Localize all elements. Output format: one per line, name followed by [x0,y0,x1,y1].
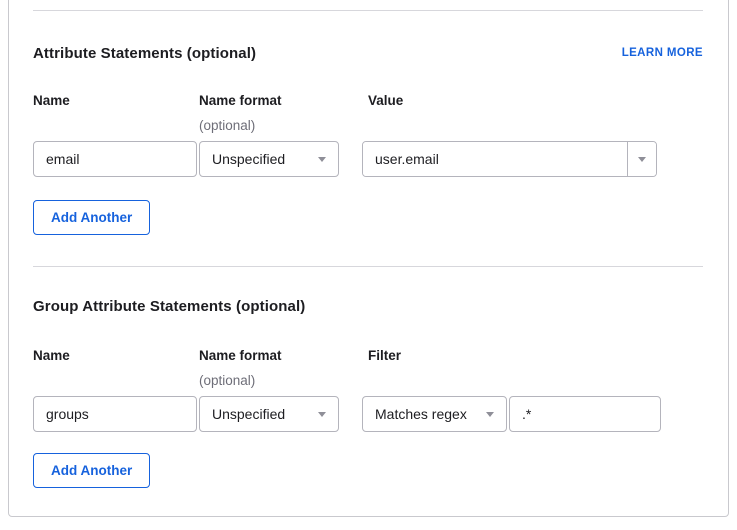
group-name-format-optional-label: (optional) [199,373,255,389]
attribute-column-headers: Name Name format (optional) Value [33,92,703,131]
group-attribute-statements-title: Group Attribute Statements (optional) [33,297,305,316]
attribute-name-format-column-header: Name format [199,92,282,109]
group-name-format-column-header: Name format [199,347,282,364]
attribute-statement-row: Unspecified [33,141,703,177]
attribute-value-dropdown-button[interactable] [627,142,656,176]
learn-more-link[interactable]: LEARN MORE [622,46,703,60]
attribute-value-column-header: Value [368,92,403,109]
group-filter-type-select[interactable]: Matches regex [362,396,507,432]
attribute-statements-header: Attribute Statements (optional) LEARN MO… [33,44,703,63]
attribute-statements-title: Attribute Statements (optional) [33,44,256,63]
top-section-divider [33,10,703,11]
group-filter-type-selected-value: Matches regex [375,406,467,422]
group-name-format-selected-value: Unspecified [212,406,285,422]
caret-down-icon [638,157,646,162]
add-another-attribute-button[interactable]: Add Another [33,200,150,235]
group-column-headers: Name Name format (optional) Filter [33,347,703,386]
add-another-group-attribute-button[interactable]: Add Another [33,453,150,488]
attribute-name-format-optional-label: (optional) [199,118,255,134]
attribute-name-column-header: Name [33,92,70,109]
group-name-input[interactable] [33,396,197,432]
attribute-value-input[interactable] [363,142,627,176]
group-filter-regex-input[interactable] [509,396,661,432]
group-name-column-header: Name [33,347,70,364]
group-attribute-statements-header: Group Attribute Statements (optional) [33,297,703,316]
attribute-value-combobox [362,141,657,177]
group-attribute-statement-row: Unspecified Matches regex [33,396,703,432]
section-divider [33,266,703,267]
caret-down-icon [318,157,326,162]
group-name-format-select[interactable]: Unspecified [199,396,339,432]
caret-down-icon [318,412,326,417]
caret-down-icon [486,412,494,417]
attribute-name-format-selected-value: Unspecified [212,151,285,167]
attribute-name-format-select[interactable]: Unspecified [199,141,339,177]
attribute-name-input[interactable] [33,141,197,177]
saml-settings-card: Attribute Statements (optional) LEARN MO… [8,0,729,517]
group-filter-column-header: Filter [368,347,401,364]
